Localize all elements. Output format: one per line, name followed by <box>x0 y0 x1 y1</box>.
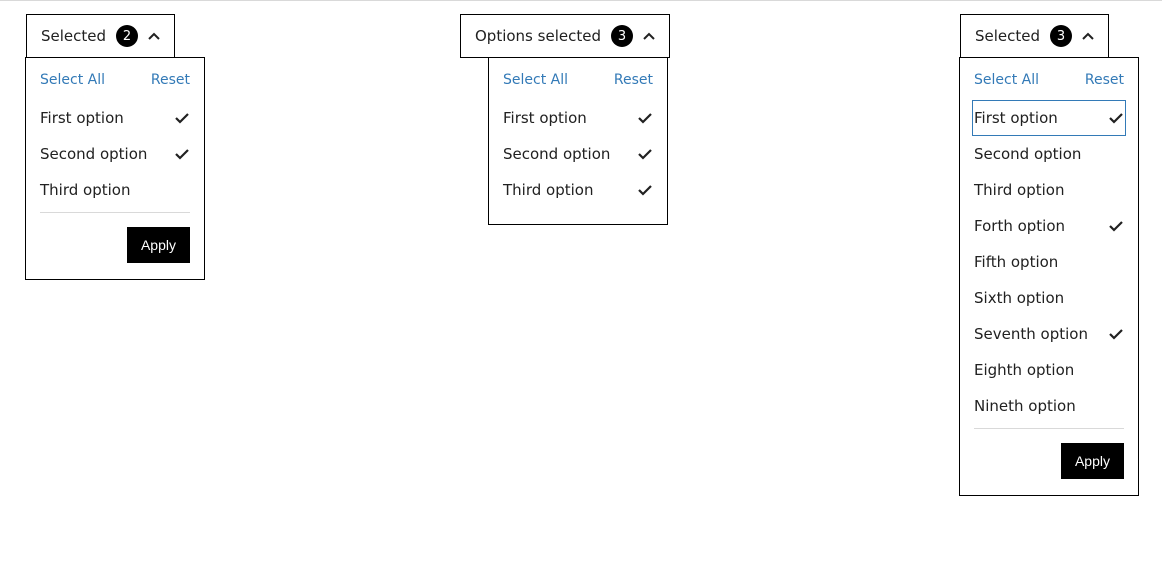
dropdown-2-toggle[interactable]: Options selected 3 <box>460 14 670 58</box>
option-row[interactable]: Sixth option <box>974 280 1124 316</box>
check-icon <box>1108 254 1124 270</box>
check-icon <box>1108 326 1124 342</box>
option-row[interactable]: Nineth option <box>974 388 1124 424</box>
option-row[interactable]: Third option <box>503 172 653 208</box>
option-label: Third option <box>40 181 130 199</box>
dropdown-1-toggle-label: Selected <box>41 27 106 45</box>
option-label: Second option <box>503 145 610 163</box>
check-icon <box>1108 218 1124 234</box>
dropdown-3-options: First option Second option Third option … <box>974 100 1124 424</box>
option-label: Second option <box>40 145 147 163</box>
option-row[interactable]: Second option <box>974 136 1124 172</box>
option-label: First option <box>40 109 124 127</box>
dropdown-3: Selected 3 Select All Reset First option… <box>960 14 1109 58</box>
check-icon <box>1108 182 1124 198</box>
check-icon <box>637 110 653 126</box>
dropdown-3-toggle[interactable]: Selected 3 <box>960 14 1109 58</box>
check-icon <box>1108 398 1124 414</box>
dropdown-3-panel-actions: Select All Reset <box>974 72 1124 88</box>
option-row[interactable]: First option <box>503 100 653 136</box>
option-row[interactable]: Eighth option <box>974 352 1124 388</box>
option-label: Sixth option <box>974 289 1064 307</box>
reset-link[interactable]: Reset <box>1085 72 1124 88</box>
chevron-up-icon <box>1082 32 1094 40</box>
select-all-link[interactable]: Select All <box>503 72 568 88</box>
option-row[interactable]: Fifth option <box>974 244 1124 280</box>
apply-wrap: Apply <box>40 227 190 263</box>
option-row[interactable]: Second option <box>40 136 190 172</box>
option-row[interactable]: Second option <box>503 136 653 172</box>
dropdown-3-toggle-label: Selected <box>975 27 1040 45</box>
option-label: Fifth option <box>974 253 1058 271</box>
dropdown-3-panel: Select All Reset First option Second opt… <box>959 57 1139 496</box>
dropdown-1-toggle[interactable]: Selected 2 <box>26 14 175 58</box>
divider <box>974 428 1124 429</box>
apply-wrap: Apply <box>974 443 1124 479</box>
dropdown-1-badge: 2 <box>116 25 138 47</box>
option-label: Third option <box>503 181 593 199</box>
reset-link[interactable]: Reset <box>614 72 653 88</box>
dropdown-2-panel-actions: Select All Reset <box>503 72 653 88</box>
option-row[interactable]: First option <box>972 100 1126 136</box>
check-icon <box>174 146 190 162</box>
option-row[interactable]: Seventh option <box>974 316 1124 352</box>
check-icon <box>174 110 190 126</box>
check-icon <box>1108 362 1124 378</box>
option-label: First option <box>503 109 587 127</box>
dropdown-2-badge: 3 <box>611 25 633 47</box>
option-label: Forth option <box>974 217 1065 235</box>
dropdown-2-toggle-label: Options selected <box>475 27 601 45</box>
option-row[interactable]: Third option <box>40 172 190 208</box>
option-label: Nineth option <box>974 397 1076 415</box>
dropdown-2-options: First option Second option Third option <box>503 100 653 208</box>
select-all-link[interactable]: Select All <box>40 72 105 88</box>
select-all-link[interactable]: Select All <box>974 72 1039 88</box>
apply-button[interactable]: Apply <box>127 227 190 263</box>
dropdown-1-options: First option Second option Third option <box>40 100 190 208</box>
check-icon <box>174 182 190 198</box>
dropdown-1-panel: Select All Reset First option Second opt… <box>25 57 205 280</box>
divider <box>40 212 190 213</box>
check-icon <box>1108 290 1124 306</box>
check-icon <box>637 146 653 162</box>
apply-button[interactable]: Apply <box>1061 443 1124 479</box>
option-label: First option <box>974 109 1058 127</box>
option-label: Second option <box>974 145 1081 163</box>
check-icon <box>1108 146 1124 162</box>
chevron-up-icon <box>643 32 655 40</box>
reset-link[interactable]: Reset <box>151 72 190 88</box>
dropdown-2: Options selected 3 Select All Reset Firs… <box>460 14 670 58</box>
option-row[interactable]: Third option <box>974 172 1124 208</box>
dropdown-1-panel-actions: Select All Reset <box>40 72 190 88</box>
option-label: Seventh option <box>974 325 1088 343</box>
option-label: Eighth option <box>974 361 1074 379</box>
option-row[interactable]: First option <box>40 100 190 136</box>
check-icon <box>637 182 653 198</box>
chevron-up-icon <box>148 32 160 40</box>
dropdown-2-panel: Select All Reset First option Second opt… <box>488 57 668 225</box>
dropdown-3-badge: 3 <box>1050 25 1072 47</box>
option-row[interactable]: Forth option <box>974 208 1124 244</box>
option-label: Third option <box>974 181 1064 199</box>
check-icon <box>1108 110 1124 126</box>
dropdown-1: Selected 2 Select All Reset First option… <box>26 14 175 58</box>
